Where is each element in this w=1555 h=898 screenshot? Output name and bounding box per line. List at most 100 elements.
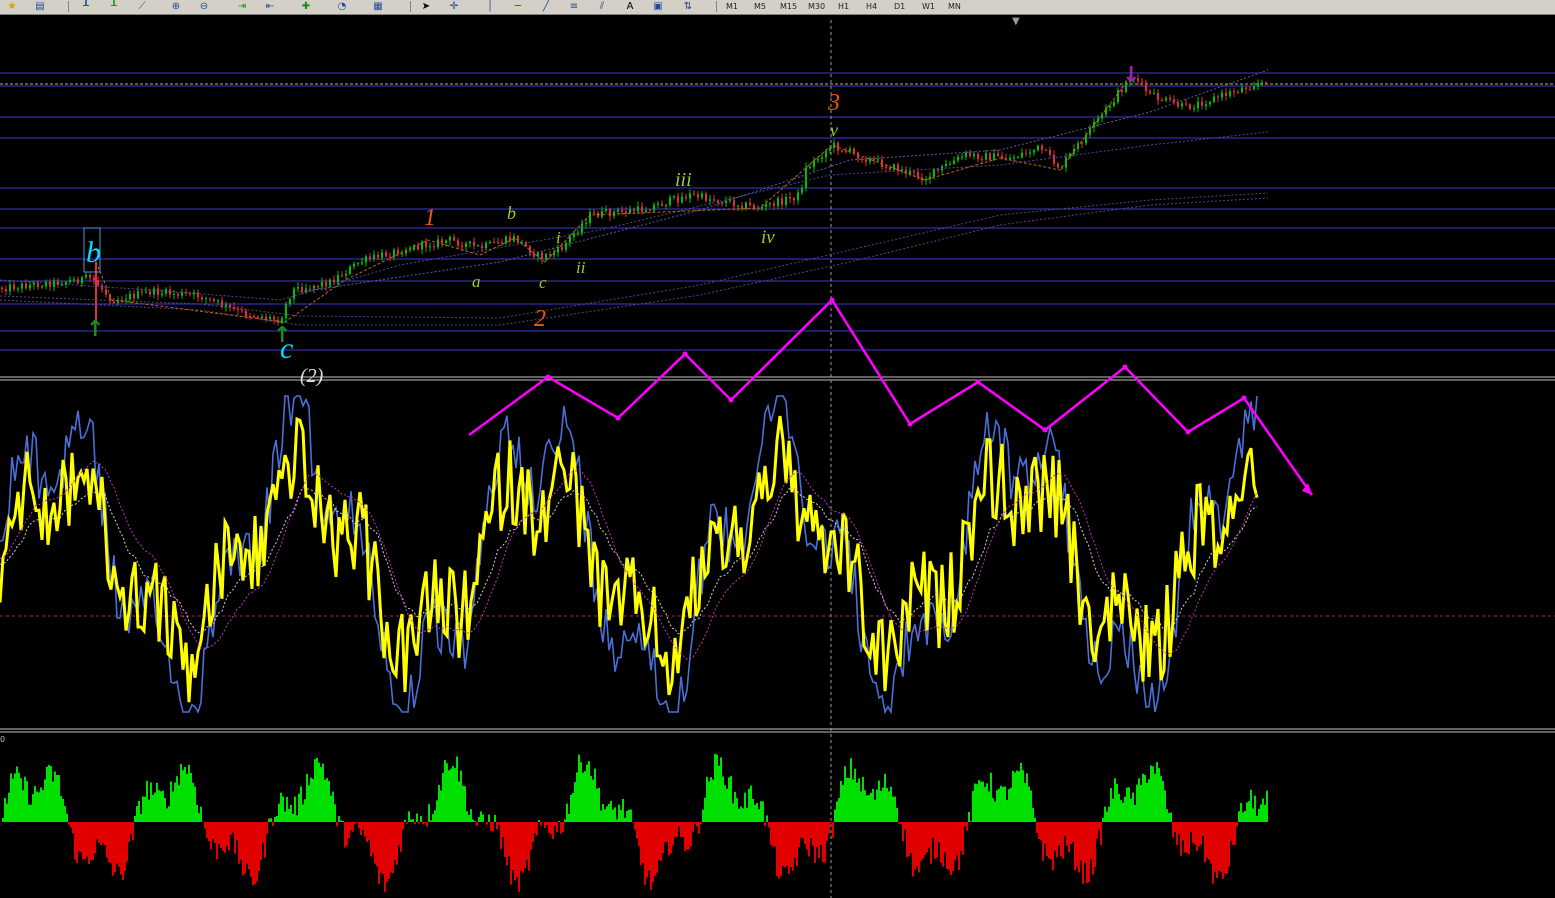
candle-body — [25, 283, 27, 289]
histogram-bar — [394, 822, 396, 861]
timeframe-m1[interactable]: M1 — [726, 1, 738, 12]
histogram-bar — [1242, 812, 1244, 822]
histogram-bar — [162, 790, 164, 822]
candle-body — [297, 287, 299, 289]
periods-icon[interactable]: ◔ — [336, 1, 348, 12]
zoom-out-icon[interactable]: ⊖ — [198, 1, 210, 12]
wave-label-2: 2 — [534, 306, 546, 332]
histogram-bar — [804, 822, 806, 845]
histogram-bar — [62, 798, 64, 822]
magenta-arrow-vertex — [682, 351, 688, 357]
candle-body — [1049, 150, 1051, 155]
histogram-bar — [1140, 785, 1142, 822]
candle-body — [1149, 91, 1151, 94]
histogram-bar — [124, 822, 126, 871]
zoom-in-icon[interactable]: ⊕ — [170, 1, 182, 12]
candle-body — [1201, 101, 1203, 107]
autoscroll-icon[interactable]: ⇥ — [236, 1, 248, 12]
candle-body — [9, 284, 11, 292]
histogram-bar — [510, 822, 512, 885]
histogram-bar — [452, 765, 454, 822]
histogram-bar — [1238, 811, 1240, 822]
histogram-bar — [168, 806, 170, 822]
histogram-bar — [1230, 822, 1232, 841]
histogram-bar — [530, 822, 532, 850]
vertical-line-icon[interactable]: │ — [484, 1, 496, 12]
histogram-bar — [224, 822, 226, 853]
crosshair-icon[interactable]: ✛ — [448, 1, 460, 12]
histogram-bar — [1016, 770, 1018, 822]
histogram-bar — [164, 798, 166, 822]
templates-icon[interactable]: ▦ — [372, 1, 384, 12]
histogram-bar — [770, 822, 772, 846]
text-icon[interactable]: A — [624, 1, 636, 12]
timeframe-d1[interactable]: D1 — [894, 1, 905, 12]
histogram-bar — [1166, 809, 1168, 822]
candle-body — [465, 243, 467, 248]
indicators-icon[interactable]: ✚ — [300, 1, 312, 12]
candle-body — [125, 299, 127, 301]
bar-chart-icon[interactable]: ┸ — [80, 1, 92, 12]
horizontal-line-icon[interactable]: ─ — [512, 1, 524, 12]
line-chart-icon[interactable]: ⟋ — [136, 1, 148, 12]
histogram-bar — [254, 822, 256, 885]
histogram-bar — [886, 787, 888, 822]
timeframe-h1[interactable]: H1 — [838, 1, 849, 12]
timeframe-m5[interactable]: M5 — [754, 1, 766, 12]
cursor-icon[interactable]: ➤ — [420, 1, 432, 12]
histogram-bar — [210, 822, 212, 850]
histogram-bar — [814, 822, 816, 863]
histogram-bar — [1158, 768, 1160, 822]
histogram-bar — [52, 781, 54, 822]
histogram-bar — [340, 820, 342, 822]
candle-body — [1057, 163, 1059, 168]
channel-icon[interactable]: ⫽ — [596, 1, 608, 12]
timeframe-m30[interactable]: M30 — [808, 1, 825, 12]
histogram-bar — [1036, 822, 1038, 833]
candle-body — [269, 316, 271, 319]
candle-body — [1173, 99, 1175, 103]
histogram-bar — [980, 781, 982, 822]
histogram-bar — [722, 776, 724, 822]
histogram-bar — [764, 822, 766, 827]
histogram-bar — [1168, 813, 1170, 822]
histogram-bar — [1122, 802, 1124, 822]
timeframe-h4[interactable]: H4 — [866, 1, 877, 12]
candle-body — [177, 293, 179, 296]
star-icon[interactable]: ★ — [6, 1, 18, 12]
candle-body — [189, 293, 191, 295]
histogram-bar — [682, 822, 684, 838]
magenta-arrow-vertex — [615, 415, 621, 421]
label-icon[interactable]: ▣ — [652, 1, 664, 12]
histogram-bar — [50, 766, 52, 822]
candle-body — [449, 236, 451, 241]
histogram-bar — [144, 796, 146, 822]
candle-body — [801, 188, 803, 193]
histogram-bar — [174, 782, 176, 822]
histogram-bar — [668, 822, 670, 856]
trendline-icon[interactable]: ╱ — [540, 1, 552, 12]
timeframe-w1[interactable]: W1 — [922, 1, 935, 12]
histogram-bar — [458, 781, 460, 822]
histogram-bar — [800, 822, 802, 838]
chart-shift-icon[interactable]: ⇤ — [264, 1, 276, 12]
candle-body — [1085, 134, 1087, 144]
candle-chart-icon[interactable]: ┸ — [108, 1, 120, 12]
fibonacci-icon[interactable]: ≡ — [568, 1, 580, 12]
histogram-bar — [1012, 770, 1014, 822]
histogram-bar — [560, 822, 562, 834]
histogram-bar — [1160, 775, 1162, 822]
histogram-bar — [716, 754, 718, 822]
histogram-bar — [678, 822, 680, 827]
candle-body — [373, 254, 375, 259]
histogram-bar — [402, 822, 404, 830]
histogram-bar — [134, 815, 136, 822]
timeframe-mn[interactable]: MN — [948, 1, 961, 12]
histogram-bar — [282, 796, 284, 822]
histogram-bar — [364, 822, 366, 837]
magenta-arrow-vertex — [728, 397, 734, 403]
arrows-icon[interactable]: ⇅ — [682, 1, 694, 12]
candle-body — [737, 205, 739, 207]
document-icon[interactable]: ▤ — [34, 1, 46, 12]
timeframe-m15[interactable]: M15 — [780, 1, 797, 12]
